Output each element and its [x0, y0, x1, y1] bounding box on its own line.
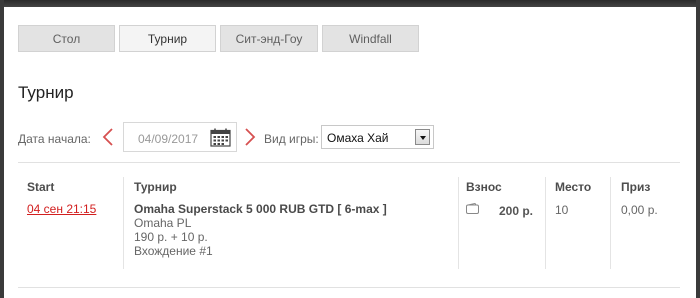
- tab-bar: Стол Турнир Сит-энд-Гоу Windfall: [18, 25, 423, 52]
- wallet-icon: [466, 203, 479, 214]
- game-type-label: Вид игры:: [264, 132, 319, 146]
- column-header-start: Start: [27, 180, 55, 194]
- column-header-fee: Взнос: [466, 180, 502, 194]
- game-variant: Omaha PL: [134, 216, 192, 230]
- chevron-right-icon[interactable]: [244, 128, 256, 146]
- tab-table[interactable]: Стол: [18, 25, 115, 52]
- game-type-select[interactable]: Омаха Хай: [321, 125, 434, 149]
- divider-top: [18, 162, 680, 163]
- dropdown-arrow-icon[interactable]: [415, 129, 430, 145]
- column-divider: [458, 177, 459, 269]
- date-value: 04/09/2017: [138, 132, 199, 146]
- column-header-tournament: Турнир: [134, 180, 177, 194]
- chevron-left-icon[interactable]: [102, 128, 114, 146]
- column-header-prize: Приз: [621, 180, 651, 194]
- tab-windfall[interactable]: Windfall: [322, 25, 419, 52]
- entry-fee: 200 р.: [499, 204, 534, 218]
- tab-tournament[interactable]: Турнир: [119, 25, 216, 52]
- start-date-label: Дата начала:: [18, 132, 91, 146]
- calendar-icon[interactable]: [210, 128, 231, 147]
- column-divider: [545, 177, 546, 269]
- finish-place: 10: [555, 203, 569, 217]
- tournament-name[interactable]: Omaha Superstack 5 000 RUB GTD [ 6-max ]: [134, 202, 387, 216]
- tournament-history-panel: Стол Турнир Сит-энд-Гоу Windfall Турнир …: [4, 7, 696, 298]
- entry-number: Вхождение #1: [134, 244, 213, 258]
- window-right-border: [696, 0, 700, 298]
- buy-in: 190 р. + 10 р.: [134, 230, 208, 244]
- divider-bottom: [18, 287, 680, 288]
- page-title: Турнир: [18, 83, 74, 102]
- column-divider: [610, 177, 611, 269]
- start-time-link[interactable]: 04 сен 21:15: [27, 202, 96, 216]
- column-header-place: Место: [555, 180, 592, 194]
- window-top-border: [0, 0, 700, 7]
- prize-amount: 0,00 р.: [621, 203, 658, 217]
- date-picker[interactable]: 04/09/2017: [123, 122, 237, 152]
- filter-bar: Дата начала: 04/09/2017 Вид игры: Омаха …: [18, 118, 680, 158]
- tab-sit-and-go[interactable]: Сит-энд-Гоу: [220, 25, 318, 52]
- column-divider: [123, 177, 124, 269]
- game-type-value: Омаха Хай: [327, 131, 389, 145]
